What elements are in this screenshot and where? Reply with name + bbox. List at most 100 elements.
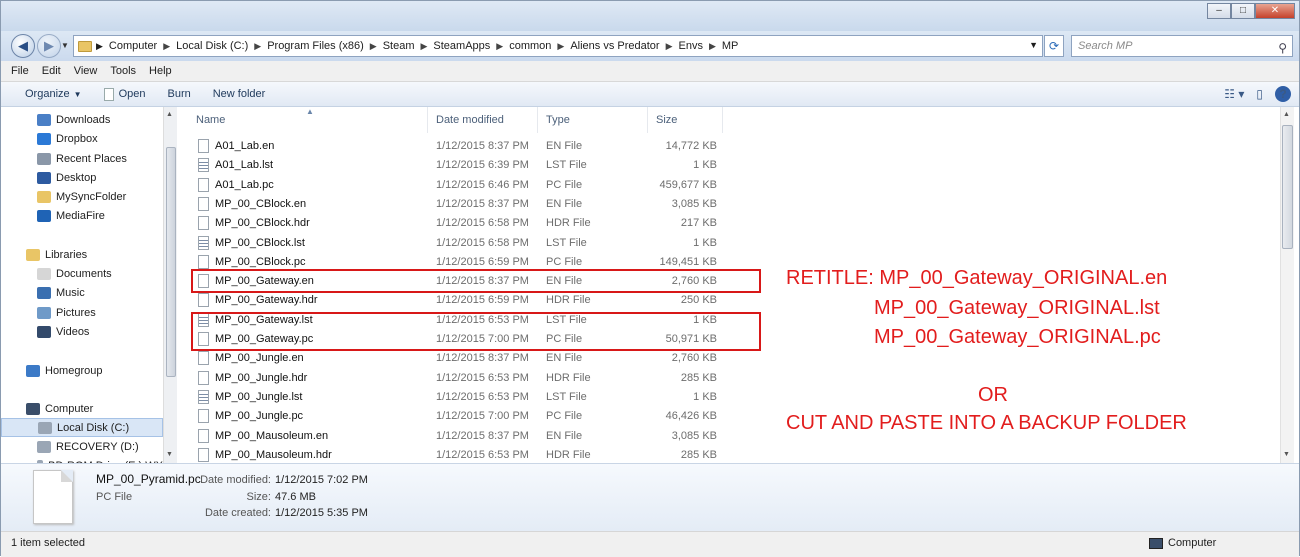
file-row[interactable]: MP_00_Mausoleum.en 1/12/2015 8:37 PM EN Fi… [188,427,723,446]
preview-pane-icon[interactable]: ▯ [1256,87,1263,101]
sidebar-item-local-disk-c[interactable]: Local Disk (C:) [1,418,163,437]
breadcrumb-item[interactable]: Local Disk (C:) [176,40,248,52]
sidebar-item-label: Desktop [56,171,97,184]
file-icon [198,351,209,366]
sidebar-item-downloads[interactable]: Downloads [1,110,163,129]
organize-button[interactable]: Organize ▼ [25,88,82,100]
breadcrumb-item[interactable]: Envs [679,40,703,52]
file-row[interactable]: MP_00_Jungle.lst 1/12/2015 6:53 PM LST Fil… [188,388,723,407]
file-type: PC File [546,178,583,191]
close-icon[interactable]: ✕ [1255,3,1295,19]
column-header-date[interactable]: Date modified [428,107,538,133]
sidebar-item-music[interactable]: Music [1,283,163,302]
breadcrumb-separator-icon[interactable]: ▶ [666,41,673,52]
sidebar-item-mediafire[interactable]: MediaFire [1,206,163,225]
refresh-icon[interactable]: ⟳ [1044,35,1064,57]
recent-pages-dropdown-icon[interactable]: ▼ [61,41,69,50]
breadcrumb-separator-icon[interactable]: ▶ [420,41,427,52]
file-row[interactable]: MP_00_CBlock.en 1/12/2015 8:37 PM EN File 3… [188,195,723,214]
address-dropdown-icon[interactable]: ▼ [1029,40,1038,50]
sidebar-item-recent-places[interactable]: Recent Places [1,149,163,168]
file-name: MP_00_Mausoleum.en [215,429,329,442]
file-row[interactable]: MP_00_Jungle.hdr 1/12/2015 6:53 PM HDR Fil… [188,369,723,388]
scroll-up-icon[interactable]: ▲ [166,111,173,118]
scroll-up-icon[interactable]: ▲ [1283,111,1290,118]
file-list-scrollbar[interactable]: ▲ ▼ [1280,107,1294,463]
column-header-name[interactable]: Name ▲ [188,107,428,133]
file-row[interactable]: A01_Lab.en 1/12/2015 8:37 PM EN File 14,772… [188,137,723,156]
menu-item-view[interactable]: View [74,65,98,77]
new-folder-button[interactable]: New folder [213,88,266,100]
file-date-modified: 1/12/2015 7:00 PM [436,410,529,423]
breadcrumb-item[interactable]: Steam [383,40,415,52]
sidebar-item-computer[interactable]: Computer [1,399,163,418]
annotation-line-3: MP_00_Gateway_ORIGINAL.pc [874,326,1161,348]
breadcrumb-separator-icon[interactable]: ▶ [557,41,564,52]
burn-button[interactable]: Burn [167,88,190,100]
navigation-scroll-thumb[interactable] [166,147,176,377]
sidebar-item-documents[interactable]: Documents [1,264,163,283]
breadcrumb-item[interactable]: MP [722,40,739,52]
sidebar-item-videos[interactable]: Videos [1,322,163,341]
file-icon [198,177,209,192]
file-list-scroll-thumb[interactable] [1282,125,1293,249]
breadcrumb-separator-icon[interactable]: ▶ [496,41,503,52]
file-row[interactable]: MP_00_Gateway.hdr 1/12/2015 6:59 PM HDR Fi… [188,291,723,310]
sidebar-item-label: Videos [56,325,90,338]
breadcrumb-item[interactable]: Program Files (x86) [267,40,364,52]
sidebar-item-recovery-d[interactable]: RECOVERY (D:) [1,437,163,456]
sidebar-item-dropbox[interactable]: Dropbox [1,129,163,148]
back-button[interactable]: ◀ [11,34,35,58]
details-modified-label: Date modified: [200,474,271,486]
breadcrumb-item[interactable]: Computer [109,40,157,52]
sidebar-item-libraries[interactable]: Libraries [1,245,163,264]
file-icon [198,370,209,385]
sidebar-item-mysyncfolder[interactable]: MySyncFolder [1,187,163,206]
status-selection-text: 1 item selected [11,537,85,549]
change-view-icon[interactable]: ☷ ▾ [1224,87,1244,101]
breadcrumb-separator-icon[interactable]: ▶ [370,41,377,52]
search-icon[interactable]: ⚲ [1278,38,1287,58]
sidebar-item-label: Documents [56,267,112,280]
breadcrumb-item[interactable]: common [509,40,551,52]
minimize-icon[interactable]: – [1207,3,1231,19]
help-icon[interactable]: ? [1275,86,1291,102]
menu-item-edit[interactable]: Edit [42,65,61,77]
breadcrumb-separator-icon[interactable]: ▶ [254,41,261,52]
column-header-type[interactable]: Type [538,107,648,133]
sidebar-item-homegroup[interactable]: Homegroup [1,361,163,380]
scroll-down-icon[interactable]: ▼ [166,451,173,458]
breadcrumb-item[interactable]: SteamApps [433,40,490,52]
breadcrumb-separator-icon[interactable]: ▶ [709,41,716,52]
menu-item-file[interactable]: File [11,65,29,77]
file-name: MP_00_Jungle.en [215,352,304,365]
music-icon [37,286,51,299]
file-row[interactable]: MP_00_Jungle.pc 1/12/2015 7:00 PM PC File 4… [188,407,723,426]
maximize-icon[interactable]: □ [1231,3,1255,19]
breadcrumb-item[interactable]: Aliens vs Predator [570,40,659,52]
sidebar-item-bd-rom-drive-e-wx[interactable]: BD-ROM Drive (E:) WX [1,456,163,463]
file-row[interactable]: MP_00_Jungle.en 1/12/2015 8:37 PM EN File 2… [188,349,723,368]
open-button[interactable]: Open [103,87,145,101]
search-input[interactable]: Search MP ⚲ [1071,35,1293,57]
navigation-scrollbar[interactable]: ▲ ▼ [163,107,177,463]
menu-item-help[interactable]: Help [149,65,172,77]
command-bar: Organize ▼ Open Burn New folder ☷ ▾ ▯ ? [1,82,1299,107]
sidebar-item-desktop[interactable]: Desktop [1,168,163,187]
file-row[interactable]: A01_Lab.lst 1/12/2015 6:39 PM LST File 1 KB [188,156,723,175]
breadcrumb-separator-icon[interactable]: ▶ [163,41,170,52]
column-header-size[interactable]: Size [648,107,723,133]
address-bar[interactable]: ▶ Computer ▶ Local Disk (C:) ▶ Program Files… [73,35,1043,57]
menu-item-tools[interactable]: Tools [110,65,136,77]
file-thumbnail-icon [33,470,73,524]
file-row[interactable]: MP_00_Mausoleum.hdr 1/12/2015 6:53 PM HDR … [188,446,723,463]
file-size: 3,085 KB [671,429,717,442]
scroll-down-icon[interactable]: ▼ [1283,451,1290,458]
file-row[interactable]: A01_Lab.pc 1/12/2015 6:46 PM PC File 459,67… [188,176,723,195]
file-row[interactable]: MP_00_CBlock.hdr 1/12/2015 6:58 PM HDR Fil… [188,214,723,233]
forward-button[interactable]: ▶ [37,34,61,58]
file-row[interactable]: MP_00_CBlock.lst 1/12/2015 6:58 PM LST Fil… [188,234,723,253]
file-type: HDR File [546,371,591,384]
dropbox-icon [37,132,51,145]
sidebar-item-pictures[interactable]: Pictures [1,303,163,322]
